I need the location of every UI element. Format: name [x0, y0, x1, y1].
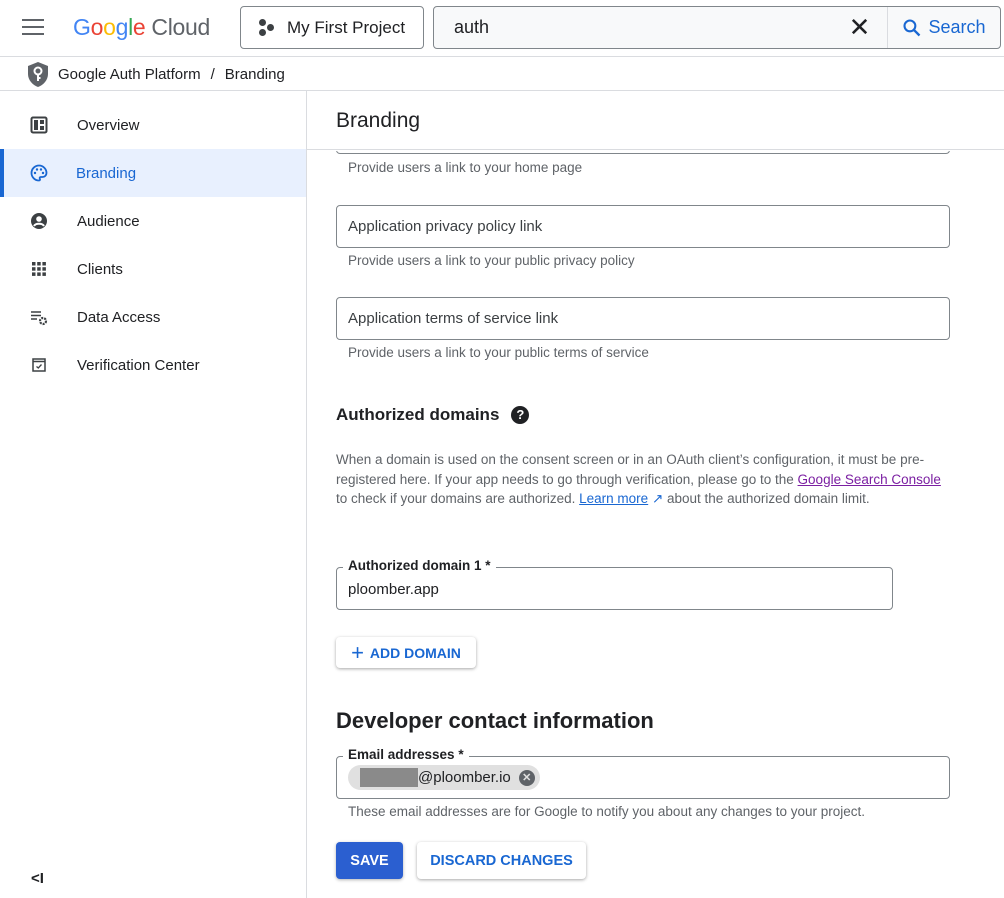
authorized-domains-heading: Authorized domains ?	[336, 405, 530, 425]
google-cloud-logo[interactable]: Google Cloud	[73, 14, 210, 41]
clear-search-icon[interactable]: ✕	[832, 7, 888, 48]
add-domain-label: ADD DOMAIN	[369, 644, 461, 661]
sidebar-item-label: Verification Center	[77, 356, 200, 374]
palette-icon	[30, 164, 48, 182]
discard-changes-button[interactable]: DISCARD CHANGES	[417, 842, 586, 879]
add-domain-button[interactable]: + ADD DOMAIN	[336, 637, 476, 668]
top-bar: Google Cloud My First Project auth ✕ Sear…	[0, 0, 1004, 57]
check-box-icon	[32, 358, 46, 372]
save-button[interactable]: SAVE	[336, 842, 403, 879]
divider	[307, 149, 1004, 150]
breadcrumb-current: Branding	[224, 65, 285, 83]
apps-grid-icon	[32, 262, 46, 276]
email-chip: @ploomber.io ✕	[348, 765, 540, 790]
remove-email-icon[interactable]: ✕	[518, 769, 535, 786]
breadcrumb: Google Auth Platform / Branding	[0, 58, 1004, 91]
project-icon	[257, 19, 275, 37]
desc-text: about the authorized domain limit.	[663, 491, 870, 506]
email-chip-text: @ploomber.io	[418, 769, 511, 786]
logo-cloud-text: Cloud	[151, 14, 211, 40]
privacy-policy-link-input[interactable]: Application privacy policy link	[336, 205, 950, 248]
heading-text: Authorized domains	[336, 405, 500, 424]
sidebar-item-label: Overview	[77, 116, 140, 134]
sidebar-item-audience[interactable]: Audience	[0, 197, 306, 245]
email-addresses-input[interactable]: @ploomber.io ✕	[336, 756, 950, 799]
sidebar-item-overview[interactable]: Overview	[0, 101, 306, 149]
sidebar-item-label: Audience	[77, 212, 140, 230]
page-title: Branding	[336, 109, 421, 132]
search-bar: auth ✕ Search	[433, 6, 1001, 49]
account-circle-icon	[31, 213, 47, 229]
sidebar: Overview Branding Audience Clients Data …	[0, 91, 307, 898]
logo-letter: G	[73, 14, 91, 40]
learn-more-link[interactable]: Learn more	[579, 491, 648, 506]
logo-letter: g	[115, 14, 129, 40]
search-button[interactable]: Search	[888, 17, 1000, 38]
project-name: My First Project	[287, 17, 406, 37]
dashboard-icon	[30, 116, 48, 134]
breadcrumb-separator: /	[210, 65, 215, 83]
google-search-console-link[interactable]: Google Search Console	[798, 472, 941, 487]
sidebar-item-label: Branding	[76, 164, 137, 182]
help-icon[interactable]: ?	[511, 406, 530, 424]
redacted-block	[360, 768, 418, 787]
home-page-link-input[interactable]	[336, 151, 950, 154]
main-menu-icon[interactable]	[22, 19, 44, 37]
email-addresses-label: Email addresses *	[343, 747, 469, 762]
terms-of-service-hint: Provide users a link to your public term…	[348, 345, 649, 360]
privacy-policy-hint: Provide users a link to your public priv…	[348, 253, 635, 268]
logo-letter: o	[90, 14, 104, 40]
sidebar-item-label: Data Access	[77, 308, 161, 326]
sidebar-item-data-access[interactable]: Data Access	[0, 293, 306, 341]
project-picker-button[interactable]: My First Project	[240, 6, 424, 49]
email-hint: These email addresses are for Google to …	[348, 804, 866, 819]
home-page-hint: Provide users a link to your home page	[348, 160, 583, 175]
search-button-label: Search	[928, 17, 986, 37]
developer-contact-heading: Developer contact information	[336, 708, 654, 733]
authorized-domains-description: When a domain is used on the consent scr…	[336, 450, 950, 509]
logo-letter: e	[132, 14, 146, 40]
sidebar-item-label: Clients	[77, 260, 123, 278]
sidebar-item-clients[interactable]: Clients	[0, 245, 306, 293]
breadcrumb-root-link[interactable]: Google Auth Platform	[58, 66, 201, 83]
sidebar-item-verification-center[interactable]: Verification Center	[0, 341, 306, 389]
collapse-sidebar-button[interactable]: <I	[31, 870, 44, 887]
desc-text: to check if your domains are authorized.	[336, 491, 580, 506]
search-input[interactable]: auth	[434, 17, 832, 38]
sidebar-item-branding[interactable]: Branding	[0, 149, 306, 197]
authorized-domain-1-label: Authorized domain 1 *	[343, 558, 496, 573]
search-icon	[903, 18, 921, 36]
logo-letter: o	[103, 14, 116, 40]
authorized-domain-1-input[interactable]: ploomber.app	[336, 567, 893, 610]
external-link-icon: ↗	[651, 491, 664, 506]
plus-icon: +	[351, 639, 364, 665]
list-settings-icon	[31, 311, 48, 326]
terms-of-service-link-input[interactable]: Application terms of service link	[336, 297, 950, 340]
